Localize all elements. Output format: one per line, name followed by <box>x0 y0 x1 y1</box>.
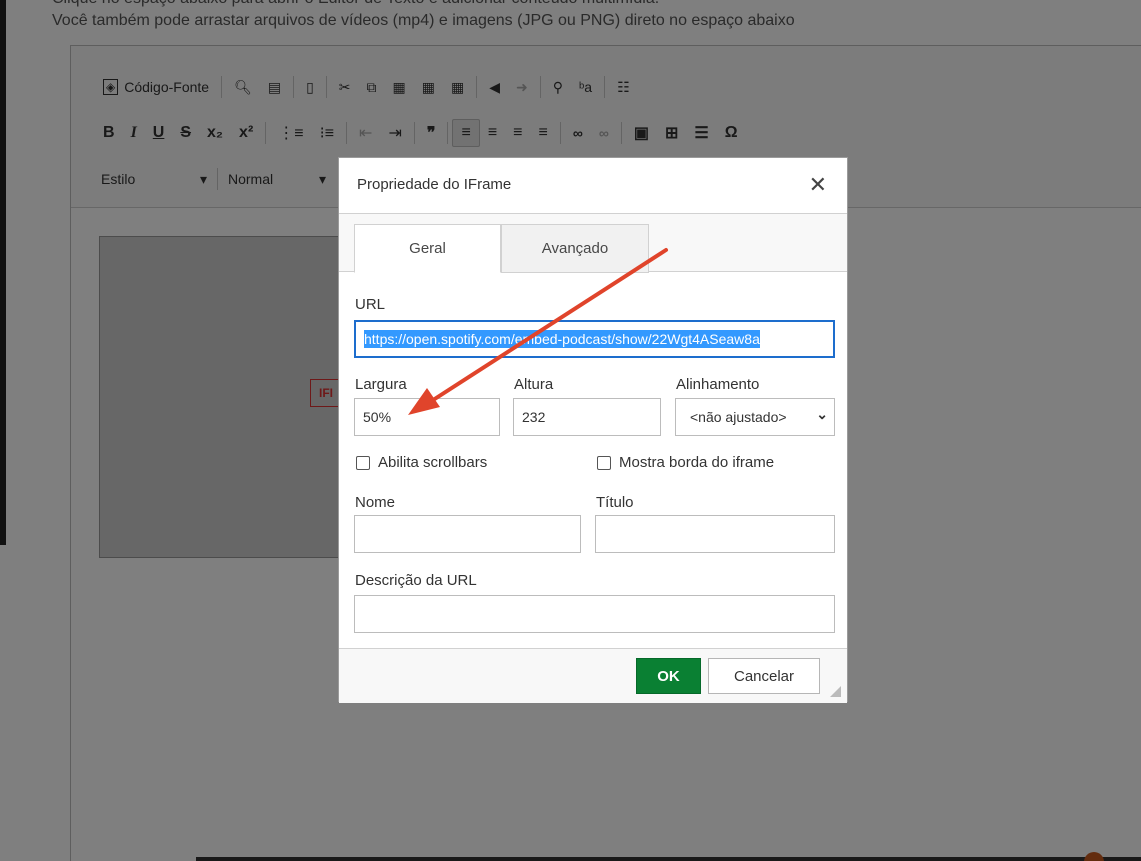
annotation-arrow <box>408 248 668 415</box>
arrow-head <box>408 388 440 415</box>
arrow-shaft <box>428 248 668 404</box>
